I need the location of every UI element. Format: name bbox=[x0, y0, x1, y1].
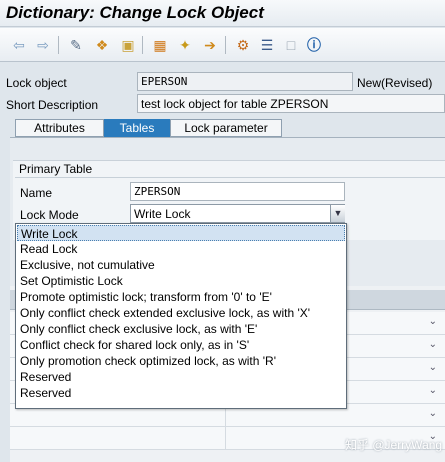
chevron-down-icon[interactable]: ▼ bbox=[330, 205, 345, 222]
chevron-down-icon[interactable]: ⌄ bbox=[429, 385, 437, 396]
dropdown-option[interactable]: Set Optimistic Lock bbox=[17, 273, 345, 289]
list-icon[interactable]: ☰ bbox=[258, 36, 276, 54]
toolbar-separator bbox=[142, 36, 143, 54]
chevron-down-icon[interactable]: ⌄ bbox=[429, 316, 437, 327]
dropdown-option[interactable]: Only conflict check exclusive lock, as w… bbox=[17, 321, 345, 337]
dropdown-option[interactable]: Exclusive, not cumulative bbox=[17, 257, 345, 273]
dropdown-option[interactable]: Only promotion check optimized lock, as … bbox=[17, 353, 345, 369]
dropdown-option[interactable]: Conflict check for shared lock only, as … bbox=[17, 337, 345, 353]
where-used-icon[interactable]: ▦ bbox=[151, 36, 169, 54]
chevron-down-icon[interactable]: ⌄ bbox=[429, 408, 437, 419]
status-text: New(Revised) bbox=[357, 76, 433, 90]
table-name-field[interactable]: ZPERSON bbox=[130, 182, 345, 201]
watermark-text: 知乎 @JerryWang bbox=[345, 438, 443, 452]
tab-lock-parameter[interactable]: Lock parameter bbox=[170, 119, 282, 137]
dropdown-option[interactable]: Reserved bbox=[17, 369, 345, 385]
glasses-pencil-icon[interactable]: ✎ bbox=[67, 36, 85, 54]
lock-object-label: Lock object bbox=[6, 76, 67, 90]
short-description-label: Short Description bbox=[6, 98, 99, 112]
short-description-field[interactable]: test lock object for table ZPERSON bbox=[137, 94, 445, 113]
chevron-down-icon[interactable]: ⌄ bbox=[429, 362, 437, 373]
lock-mode-label: Lock Mode bbox=[20, 208, 79, 222]
tab-tables[interactable]: Tables bbox=[104, 119, 170, 137]
toolbar-separator bbox=[58, 36, 59, 54]
tab-attributes[interactable]: Attributes bbox=[15, 119, 104, 137]
info-icon[interactable]: ⓘ bbox=[305, 36, 323, 54]
other-object-icon[interactable]: ❖ bbox=[93, 36, 111, 54]
back-arrow-icon[interactable]: ⇦ bbox=[10, 36, 28, 54]
title-bar: Dictionary: Change Lock Object bbox=[0, 0, 445, 27]
toolbar-separator bbox=[225, 36, 226, 54]
dropdown-option[interactable]: Promote optimistic lock; transform from … bbox=[17, 289, 345, 305]
window-title: Dictionary: Change Lock Object bbox=[6, 3, 264, 22]
group-divider bbox=[15, 177, 445, 178]
lock-mode-dropdown-list: Write Lock Read Lock Exclusive, not cumu… bbox=[15, 223, 347, 409]
lock-mode-select[interactable]: Write Lock bbox=[130, 204, 345, 223]
magic-wand-icon[interactable]: ✦ bbox=[176, 36, 194, 54]
dropdown-option[interactable]: Read Lock bbox=[17, 241, 345, 257]
transport-icon[interactable]: ➔ bbox=[201, 36, 219, 54]
dropdown-option[interactable]: Only conflict check extended exclusive l… bbox=[17, 305, 345, 321]
hierarchy-icon[interactable]: ⚙ bbox=[234, 36, 252, 54]
activate-icon[interactable]: ▣ bbox=[119, 36, 137, 54]
display-icon[interactable]: □ bbox=[282, 36, 300, 54]
dropdown-option[interactable]: Write Lock bbox=[17, 225, 345, 241]
primary-table-title: Primary Table bbox=[19, 162, 93, 176]
name-label: Name bbox=[20, 186, 53, 200]
chevron-down-icon[interactable]: ⌄ bbox=[429, 339, 437, 350]
lock-object-field[interactable]: EPERSON bbox=[137, 72, 353, 91]
application-toolbar: ⇦ ⇨ ✎ ❖ ▣ ▦ ✦ ➔ ⚙ ☰ □ ⓘ bbox=[0, 28, 445, 62]
forward-arrow-icon[interactable]: ⇨ bbox=[34, 36, 52, 54]
dropdown-option[interactable]: Reserved bbox=[17, 385, 345, 401]
